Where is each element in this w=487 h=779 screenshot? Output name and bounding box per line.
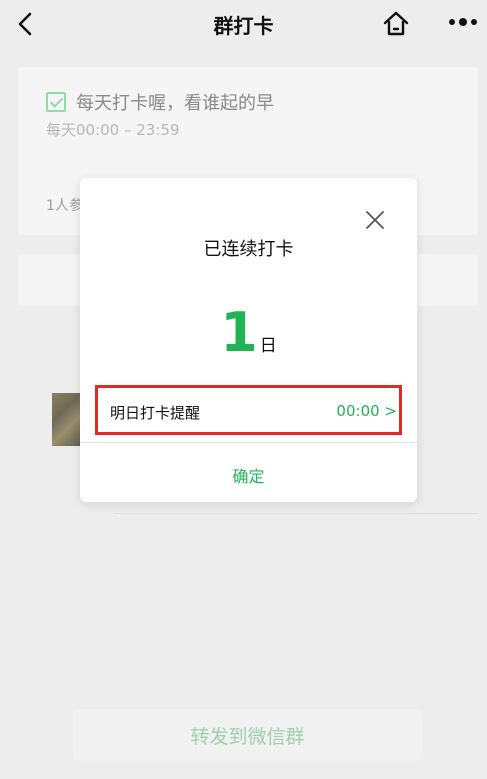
reminder-row[interactable]: 明日打卡提醒 00:00 > — [95, 385, 402, 435]
confirm-button[interactable]: 确定 — [80, 463, 417, 487]
page-title: 群打卡 — [213, 14, 274, 38]
streak-modal: 已连续打卡 1日 明日打卡提醒 00:00 > 确定 — [80, 178, 417, 502]
checkbox-icon — [46, 92, 66, 112]
modal-title: 已连续打卡 — [203, 239, 294, 260]
list-divider — [115, 513, 478, 514]
more-icon[interactable] — [448, 17, 478, 27]
streak-counter: 1日 — [80, 306, 417, 360]
participants-count: 1人参 — [46, 198, 83, 214]
streak-unit: 日 — [259, 336, 277, 356]
home-icon[interactable] — [382, 9, 410, 37]
close-icon[interactable] — [365, 210, 385, 230]
task-time-range: 每天00:00 – 23:59 — [46, 121, 180, 139]
modal-divider — [80, 442, 417, 443]
task-row: 每天打卡喔，看谁起的早 — [46, 89, 274, 115]
forward-to-group-button[interactable]: 转发到微信群 — [73, 709, 422, 761]
top-bar: 群打卡 — [0, 0, 487, 48]
task-title: 每天打卡喔，看谁起的早 — [76, 93, 274, 114]
reminder-time[interactable]: 00:00 > — [336, 402, 397, 420]
streak-count: 1 — [220, 301, 258, 364]
reminder-label: 明日打卡提醒 — [110, 404, 201, 422]
